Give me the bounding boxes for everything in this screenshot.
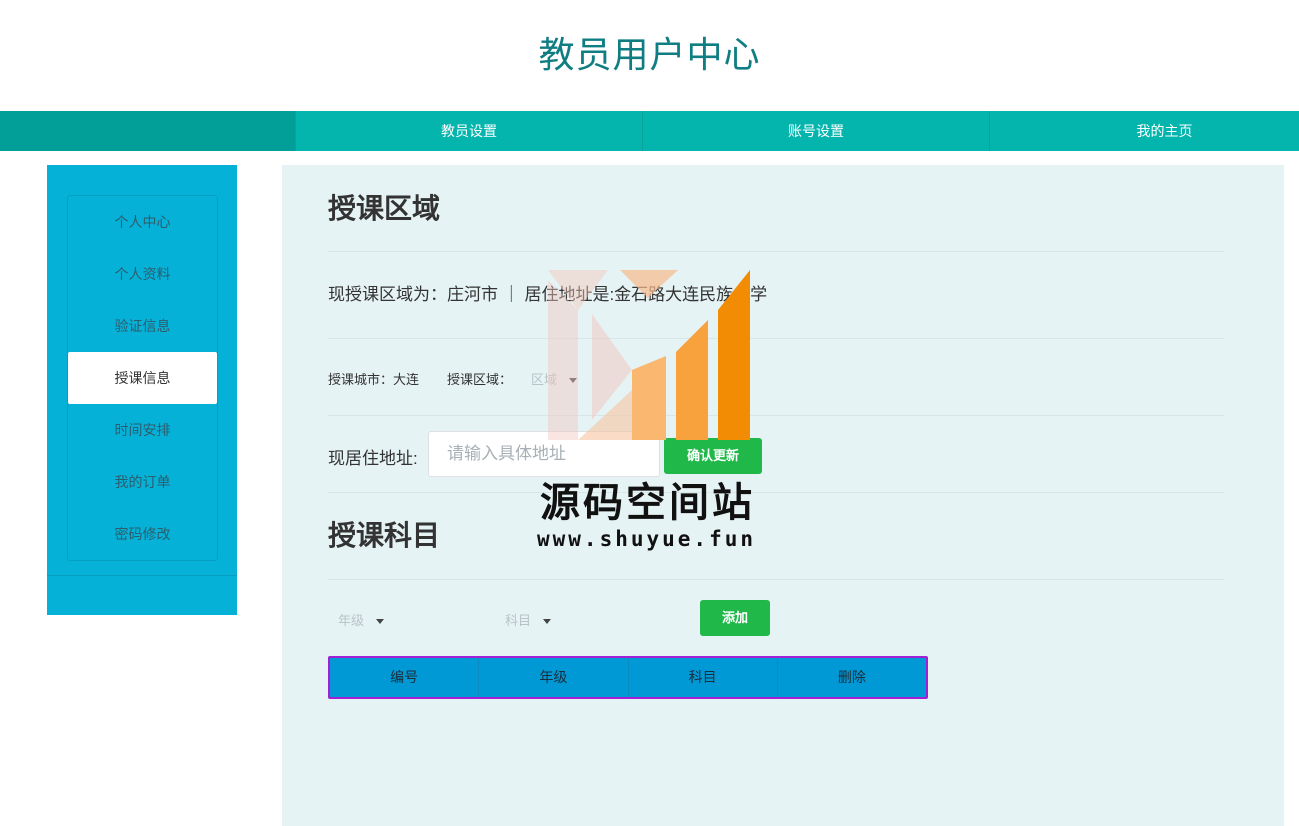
address-label: 现居住地址: [328, 449, 418, 468]
section-title-area: 授课区域 [328, 193, 441, 224]
sidebar-item-password[interactable]: 密码修改 [68, 508, 217, 560]
grade-select[interactable]: 年级 [338, 610, 385, 629]
sidebar-item-profile[interactable]: 个人资料 [68, 248, 217, 300]
subject-select-value: 科目 [505, 613, 532, 628]
district-label: 授课区域： [447, 372, 513, 387]
confirm-update-button[interactable]: 确认更新 [664, 438, 762, 474]
navbar-left-strip [0, 111, 295, 151]
city-label: 授课城市：大连 [328, 372, 420, 387]
section-title-subjects: 授课科目 [328, 520, 441, 551]
watermark-logo [548, 270, 750, 440]
sidebar-item-teaching-info[interactable]: 授课信息 [68, 352, 217, 404]
sidebar-item-personal-center[interactable]: 个人中心 [68, 196, 217, 248]
subject-select[interactable]: 科目 [505, 610, 552, 629]
divider [328, 251, 1224, 252]
page-title: 教员用户中心 [538, 34, 761, 75]
main-panel: 授课区域 现授课区域为：庄河市 ｜ 居住地址是:金石路大连民族大学 授课城市：大… [282, 165, 1284, 826]
divider [328, 579, 1224, 580]
sidebar-divider [47, 575, 237, 576]
column-header-id: 编号 [330, 658, 480, 697]
sidebar-item-orders[interactable]: 我的订单 [68, 456, 217, 508]
watermark-name: 源码空间站 [540, 480, 755, 526]
grade-select-value: 年级 [338, 613, 365, 628]
nav-account-settings[interactable]: 账号设置 [642, 111, 989, 151]
chevron-down-icon [543, 619, 552, 625]
divider [328, 492, 1224, 493]
divider [328, 415, 1224, 416]
sidebar-menu: 个人中心 个人资料 验证信息 授课信息 时间安排 我的订单 密码修改 [67, 195, 218, 561]
divider [328, 338, 1224, 339]
add-subject-button[interactable]: 添加 [700, 600, 770, 636]
nav-my-homepage[interactable]: 我的主页 [989, 111, 1299, 151]
sidebar-item-schedule[interactable]: 时间安排 [68, 404, 217, 456]
sidebar-item-verification[interactable]: 验证信息 [68, 300, 217, 352]
watermark-url: www.shuyue.fun [537, 527, 757, 551]
nav-teacher-settings[interactable]: 教员设置 [295, 111, 642, 151]
sidebar: 个人中心 个人资料 验证信息 授课信息 时间安排 我的订单 密码修改 [47, 165, 237, 615]
subjects-table-header: 编号 年级 科目 删除 [328, 656, 928, 699]
column-header-subject: 科目 [629, 658, 778, 697]
column-header-grade: 年级 [479, 658, 629, 697]
chevron-down-icon [376, 619, 385, 625]
top-navbar: 教员设置 账号设置 我的主页 [0, 111, 1299, 151]
column-header-delete: 删除 [837, 669, 866, 685]
